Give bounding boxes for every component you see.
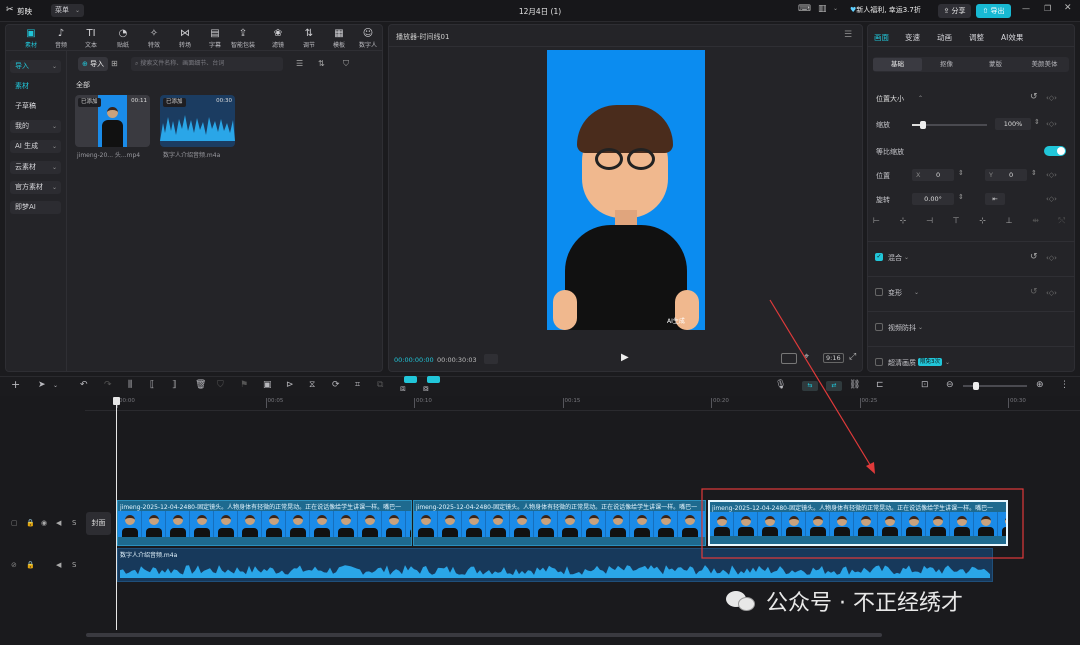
- watermark-text: 公众号 · 不正经绣才: [766, 591, 963, 616]
- annotation-arrow-head: [866, 462, 875, 474]
- annotation-overlay: [701, 299, 1024, 559]
- annotation-highlight-box: [701, 488, 1024, 559]
- wechat-watermark: 公众号 · 不正经绣才: [726, 585, 963, 617]
- wechat-icon: [726, 589, 756, 613]
- annotation-arrow-line: [769, 299, 873, 469]
